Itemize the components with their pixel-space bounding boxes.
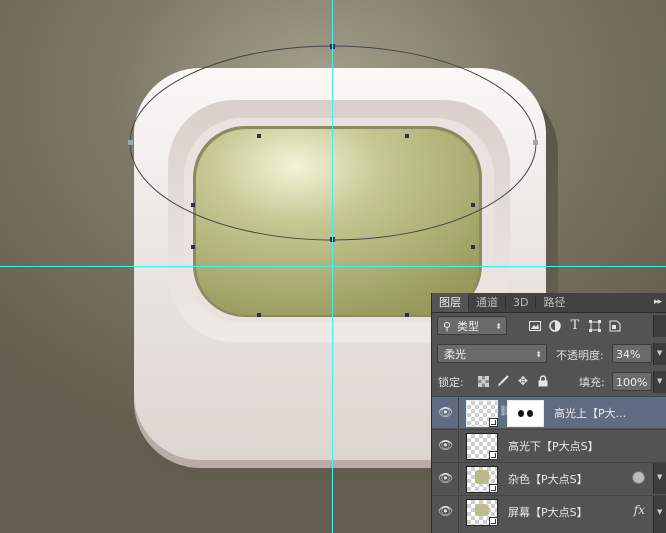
screen-display [196,129,479,315]
filter-row: ⚲ 类型 ⬍ T [432,315,666,337]
mask-shape [527,410,533,417]
shape-filter-icon[interactable] [588,319,602,333]
divider [458,463,459,494]
layer-name: 高光下【P大点S】 [508,440,599,453]
lock-pixels-brush-icon[interactable] [496,374,510,388]
screen-swatch [475,504,489,516]
fill-input[interactable]: 100% [612,372,652,391]
layer-row-highlight-bottom[interactable]: 👁 高光下【P大点S】 [432,429,666,461]
lock-transparency-icon[interactable] [476,374,490,388]
chevron-down-icon: ▼ [657,377,663,385]
tab-3d[interactable]: 3D [506,293,535,312]
divider [458,496,459,533]
opacity-label: 不透明度: [556,349,604,362]
layer-thumbnail[interactable] [466,433,498,460]
layer-effects-fx-icon[interactable]: fx [634,503,645,517]
opacity-value: 34% [616,348,641,361]
panel-tabs: 图层 通道 3D 路径 ▸▸ [432,293,666,313]
eye-visibility-icon[interactable]: 👁 [438,471,453,485]
vector-mask-badge-icon [489,517,498,526]
layer-thumbnail[interactable] [466,466,498,493]
type-filter-icon[interactable]: T [568,318,582,333]
clipping-effects-icon[interactable] [632,471,645,484]
noise-swatch [475,470,489,484]
opacity-input[interactable]: 34% [612,344,652,363]
divider [458,430,459,461]
fill-value: 100% [616,376,648,389]
tab-layers[interactable]: 图层 [432,293,468,312]
blend-mode-select[interactable]: 柔光 ⬍ [437,344,547,363]
opacity-slider-toggle[interactable]: ▼ [653,343,666,365]
smart-object-badge-icon [489,484,498,493]
smart-object-filter-icon[interactable] [608,319,622,333]
search-icon: ⚲ [443,320,452,333]
filter-toggle[interactable] [653,315,666,337]
fill-label: 填充: [579,376,605,389]
layer-row-highlight-top[interactable]: 👁 ⛓ 高光上【P大... [432,396,666,428]
eye-visibility-icon[interactable]: 👁 [438,504,453,518]
lock-label: 锁定: [438,376,464,389]
blend-row: 柔光 ⬍ 不透明度: 34% ▼ [432,343,666,365]
tab-paths[interactable]: 路径 [536,293,572,312]
layers-panel: 图层 通道 3D 路径 ▸▸ ⚲ 类型 ⬍ T 柔光 ⬍ 不透明度: 34% ▼… [431,293,666,533]
layer-row-noise[interactable]: 👁 杂色【P大点S】 ▼ [432,462,666,494]
layer-options-toggle[interactable]: ▼ [653,463,666,494]
layer-name: 高光上【P大... [554,407,627,420]
layer-name: 屏幕【P大点S】 [508,506,588,519]
layer-name: 杂色【P大点S】 [508,473,588,486]
chevron-down-icon: ▼ [657,473,663,481]
layer-thumbnail[interactable] [466,400,498,427]
lock-all-icon[interactable] [536,374,550,388]
eye-visibility-icon[interactable]: 👁 [438,438,453,452]
lock-position-move-icon[interactable]: ✥ [516,374,530,388]
blend-mode-value: 柔光 [444,348,466,361]
image-filter-icon[interactable] [528,319,542,333]
layer-options-toggle[interactable]: ▼ [653,496,666,533]
adjustment-filter-icon[interactable] [548,319,562,333]
chevron-down-icon: ▼ [657,508,663,516]
chevron-updown-icon: ⬍ [495,322,502,331]
panel-menu-icon[interactable]: ▸▸ [654,293,662,312]
chevron-updown-icon: ⬍ [535,350,542,359]
lock-row: 锁定: ✥ 填充: 100% ▼ [432,371,666,393]
vector-mask-badge-icon [489,451,498,460]
fill-slider-toggle[interactable]: ▼ [653,371,666,393]
mask-shape [518,410,524,417]
filter-kind-label: 类型 [457,320,479,333]
vector-mask-badge-icon [489,418,498,427]
layer-mask-thumbnail[interactable] [507,400,544,427]
layer-row-screen[interactable]: 👁 屏幕【P大点S】 fx ▼ [432,495,666,533]
tab-channels[interactable]: 通道 [469,293,505,312]
chevron-down-icon: ▼ [657,349,663,357]
filter-kind-select[interactable]: ⚲ 类型 ⬍ [437,316,507,335]
divider [458,397,459,428]
eye-visibility-icon[interactable]: 👁 [438,405,453,419]
layer-thumbnail[interactable] [466,499,498,526]
